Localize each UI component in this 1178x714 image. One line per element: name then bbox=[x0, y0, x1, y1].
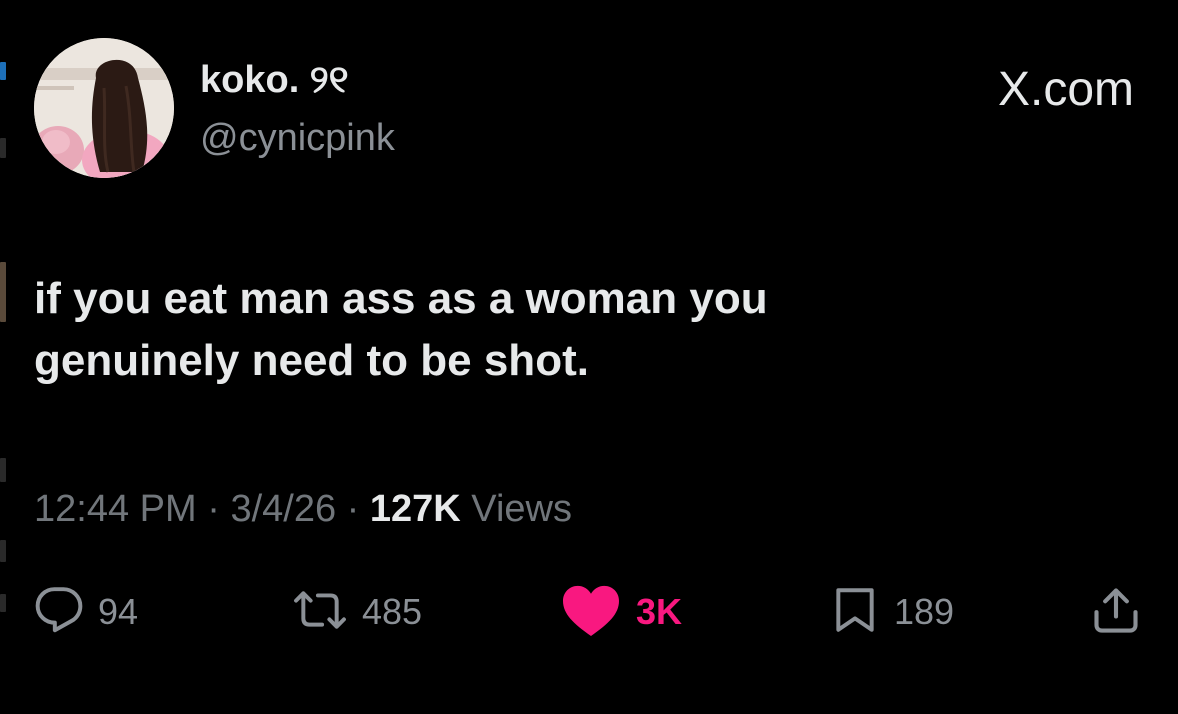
bookmark-count: 189 bbox=[894, 591, 955, 632]
views-label: Views bbox=[471, 488, 572, 530]
tweet-date[interactable]: 3/4/26 bbox=[230, 488, 336, 530]
reply-icon bbox=[34, 585, 84, 640]
edge-mark bbox=[0, 262, 6, 322]
tweet-time[interactable]: 12:44 PM bbox=[34, 488, 197, 530]
tweet-text-line: genuinely need to be shot. bbox=[34, 336, 589, 385]
repost-icon bbox=[292, 585, 348, 640]
like-button[interactable]: 3K bbox=[560, 584, 682, 640]
meta-separator: · bbox=[207, 488, 220, 530]
share-icon bbox=[1090, 584, 1142, 641]
repost-button[interactable]: 485 bbox=[292, 584, 422, 640]
share-button[interactable] bbox=[1090, 584, 1142, 640]
reply-button[interactable]: 94 bbox=[34, 584, 138, 640]
edge-mark bbox=[0, 138, 6, 158]
bookmark-button[interactable]: 189 bbox=[830, 584, 954, 640]
edge-mark bbox=[0, 458, 6, 482]
repost-count: 485 bbox=[362, 591, 423, 632]
edge-mark bbox=[0, 62, 6, 80]
bookmark-icon bbox=[830, 584, 880, 641]
profile-photo-icon bbox=[34, 38, 174, 178]
user-handle[interactable]: @cynicpink bbox=[200, 116, 395, 160]
brand-watermark: X.com bbox=[997, 63, 1134, 116]
avatar[interactable] bbox=[34, 38, 174, 178]
reply-count: 94 bbox=[98, 591, 139, 632]
display-name[interactable]: koko. ୨୧ bbox=[200, 58, 349, 102]
views-count: 127K bbox=[369, 488, 461, 530]
meta-separator: · bbox=[346, 488, 360, 530]
tweet-text: if you eat man ass as a woman you genuin… bbox=[34, 268, 1034, 392]
like-count: 3K bbox=[636, 591, 683, 632]
edge-mark bbox=[0, 540, 6, 562]
heart-icon bbox=[560, 582, 622, 643]
tweet-actions: 94 485 3K 189 bbox=[0, 584, 1178, 640]
tweet-text-line: if you eat man ass as a woman you bbox=[34, 274, 768, 323]
tweet-meta: 12:44 PM · 3/4/26 · 127K Views bbox=[34, 486, 572, 532]
